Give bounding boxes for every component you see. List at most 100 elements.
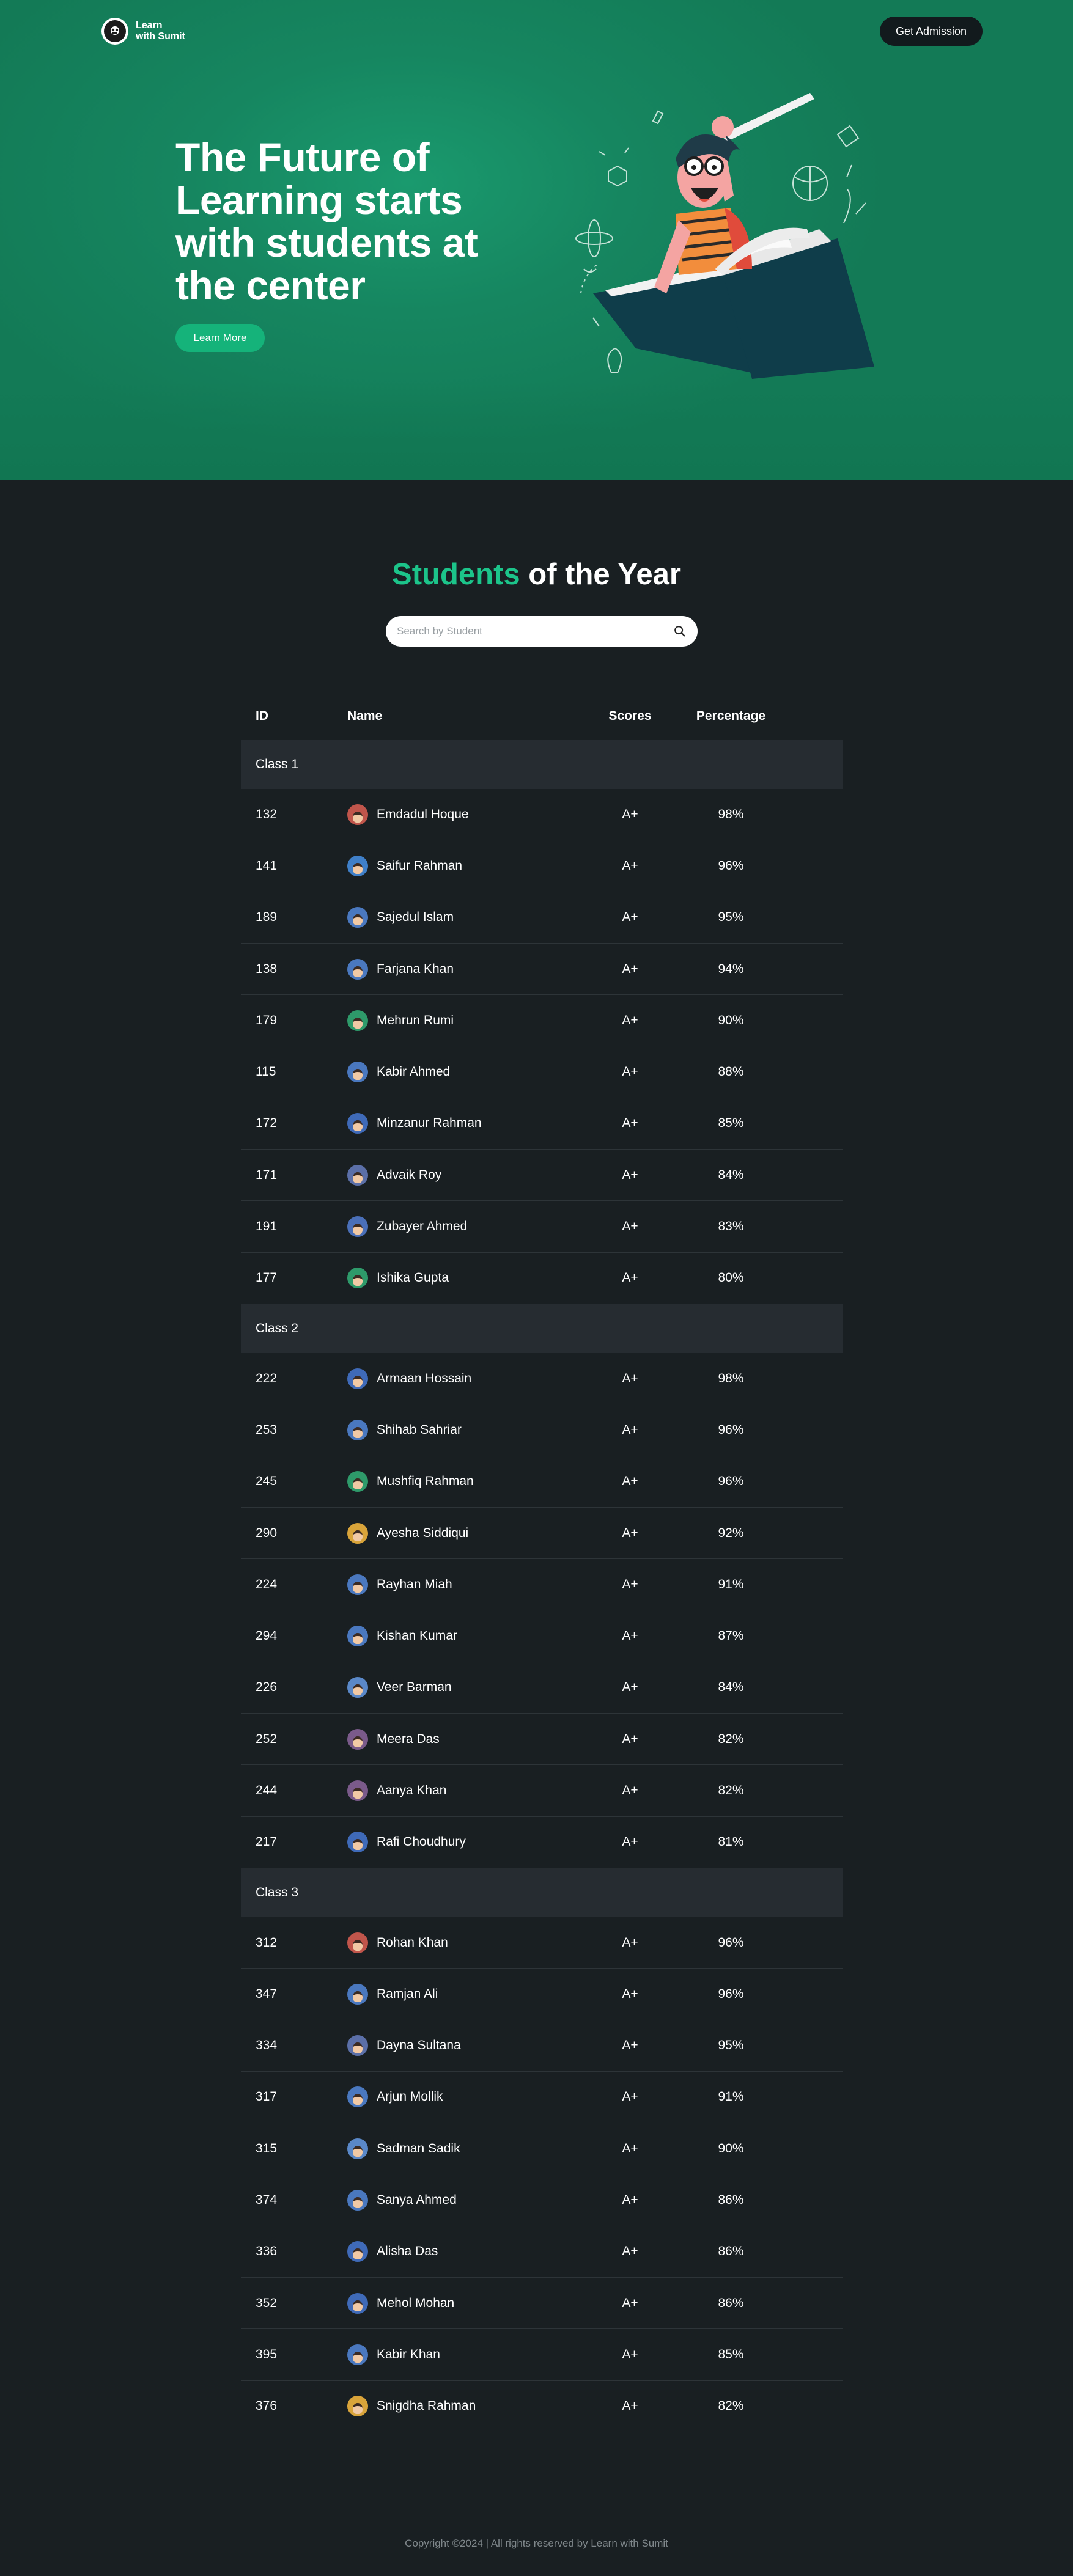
avatar: [347, 1010, 368, 1031]
header-id: ID: [256, 709, 268, 723]
student-id: 172: [256, 1116, 278, 1131]
student-score: A+: [622, 2399, 638, 2413]
table-header: ID Name Scores Percentage: [241, 692, 843, 740]
table-row[interactable]: 222 Armaan Hossain A+ 98%: [241, 1353, 843, 1405]
student-score: A+: [622, 2347, 638, 2361]
student-percentage: 88%: [718, 1065, 744, 1079]
student-name: Shihab Sahriar: [377, 1422, 462, 1437]
student-percentage: 86%: [718, 2295, 744, 2310]
student-name: Sajedul Islam: [377, 910, 454, 925]
student-percentage: 86%: [718, 2193, 744, 2207]
student-score: A+: [622, 1935, 638, 1950]
student-name-cell: Dayna Sultana: [347, 2035, 592, 2057]
avatar: [347, 1113, 368, 1134]
student-name: Meera Das: [377, 1731, 440, 1746]
search-input[interactable]: [397, 625, 673, 637]
table-row[interactable]: 244 Aanya Khan A+ 82%: [241, 1765, 843, 1817]
table-row[interactable]: 132 Emdadul Hoque A+ 98%: [241, 789, 843, 841]
student-score: A+: [622, 1271, 638, 1285]
avatar: [347, 1471, 368, 1492]
student-reading-illustration: [575, 93, 874, 379]
avatar: [347, 2138, 368, 2159]
table-row[interactable]: 290 Ayesha Siddiqui A+ 92%: [241, 1508, 843, 1560]
table-row[interactable]: 245 Mushfiq Rahman A+ 96%: [241, 1456, 843, 1508]
student-name-cell: Mushfiq Rahman: [347, 1471, 592, 1492]
table-row[interactable]: 226 Veer Barman A+ 84%: [241, 1662, 843, 1714]
student-name: Alisha Das: [377, 2244, 438, 2259]
student-name: Kabir Khan: [377, 2347, 440, 2361]
avatar: [347, 1216, 368, 1238]
student-percentage: 96%: [718, 1474, 744, 1489]
table-row[interactable]: 374 Sanya Ahmed A+ 86%: [241, 2174, 843, 2226]
table-row[interactable]: 315 Sadman Sadik A+ 90%: [241, 2123, 843, 2175]
student-name-cell: Ramjan Ali: [347, 1983, 592, 2005]
table-row[interactable]: 191 Zubayer Ahmed A+ 83%: [241, 1201, 843, 1253]
student-name: Sanya Ahmed: [377, 2193, 457, 2207]
student-percentage: 84%: [718, 1167, 744, 1182]
student-name-cell: Kabir Khan: [347, 2344, 592, 2365]
student-percentage: 98%: [718, 807, 744, 821]
student-name: Rafi Choudhury: [377, 1835, 466, 1849]
table-row[interactable]: 317 Arjun Mollik A+ 91%: [241, 2072, 843, 2124]
logo-line-1: Learn: [136, 20, 163, 31]
student-name: Snigdha Rahman: [377, 2399, 476, 2413]
student-name-cell: Farjana Khan: [347, 958, 592, 980]
student-percentage: 91%: [718, 1577, 744, 1591]
student-score: A+: [622, 1474, 638, 1489]
logo[interactable]: Learn with Sumit: [101, 18, 185, 45]
student-name-cell: Minzanur Rahman: [347, 1113, 592, 1134]
student-score: A+: [622, 2141, 638, 2156]
avatar: [347, 804, 368, 825]
student-id: 171: [256, 1167, 278, 1182]
table-row[interactable]: 294 Kishan Kumar A+ 87%: [241, 1610, 843, 1662]
table-row[interactable]: 177 Ishika Gupta A+ 80%: [241, 1253, 843, 1304]
class-group-row: Class 3: [241, 1868, 843, 1917]
search-bar: [386, 616, 698, 647]
table-row[interactable]: 352 Mehol Mohan A+ 86%: [241, 2278, 843, 2330]
avatar: [347, 1932, 368, 1953]
student-id: 312: [256, 1935, 278, 1950]
student-name-cell: Advaik Roy: [347, 1164, 592, 1186]
student-name: Rayhan Miah: [377, 1577, 452, 1591]
student-name: Sadman Sadik: [377, 2141, 460, 2156]
table-row[interactable]: 217 Rafi Choudhury A+ 81%: [241, 1817, 843, 1868]
student-id: 336: [256, 2244, 278, 2259]
table-row[interactable]: 334 Dayna Sultana A+ 95%: [241, 2020, 843, 2072]
table-row[interactable]: 172 Minzanur Rahman A+ 85%: [241, 1098, 843, 1150]
table-row[interactable]: 253 Shihab Sahriar A+ 96%: [241, 1404, 843, 1456]
student-percentage: 87%: [718, 1629, 744, 1643]
learn-more-button[interactable]: Learn More: [175, 324, 265, 352]
table-row[interactable]: 115 Kabir Ahmed A+ 88%: [241, 1046, 843, 1098]
table-row[interactable]: 189 Sajedul Islam A+ 95%: [241, 892, 843, 944]
hero-text: The Future of Learning starts with stude…: [175, 136, 518, 352]
table-row[interactable]: 171 Advaik Roy A+ 84%: [241, 1150, 843, 1202]
table-row[interactable]: 395 Kabir Khan A+ 85%: [241, 2329, 843, 2381]
student-id: 115: [256, 1065, 276, 1079]
get-admission-button[interactable]: Get Admission: [879, 17, 983, 46]
student-id: 138: [256, 961, 278, 976]
student-percentage: 95%: [718, 910, 744, 925]
student-id: 395: [256, 2347, 278, 2361]
student-id: 374: [256, 2193, 278, 2207]
table-row[interactable]: 376 Snigdha Rahman A+ 82%: [241, 2381, 843, 2432]
table-row[interactable]: 347 Ramjan Ali A+ 96%: [241, 1969, 843, 2020]
student-percentage: 85%: [718, 1116, 744, 1131]
avatar: [347, 1728, 368, 1750]
logo-icon: [101, 18, 128, 45]
student-name: Dayna Sultana: [377, 2038, 461, 2053]
table-row[interactable]: 224 Rayhan Miah A+ 91%: [241, 1559, 843, 1611]
student-name: Ishika Gupta: [377, 1271, 449, 1285]
section-title-rest: of the Year: [520, 558, 681, 591]
student-percentage: 86%: [718, 2244, 744, 2259]
student-id: 132: [256, 807, 278, 821]
avatar: [347, 2086, 368, 2108]
table-row[interactable]: 336 Alisha Das A+ 86%: [241, 2226, 843, 2278]
header-scores: Scores: [608, 709, 652, 723]
search-icon[interactable]: [673, 625, 687, 638]
table-row[interactable]: 138 Farjana Khan A+ 94%: [241, 944, 843, 996]
student-name: Mushfiq Rahman: [377, 1474, 474, 1489]
table-row[interactable]: 312 Rohan Khan A+ 96%: [241, 1917, 843, 1969]
table-row[interactable]: 179 Mehrun Rumi A+ 90%: [241, 995, 843, 1047]
table-row[interactable]: 141 Saifur Rahman A+ 96%: [241, 840, 843, 892]
table-row[interactable]: 252 Meera Das A+ 82%: [241, 1714, 843, 1766]
